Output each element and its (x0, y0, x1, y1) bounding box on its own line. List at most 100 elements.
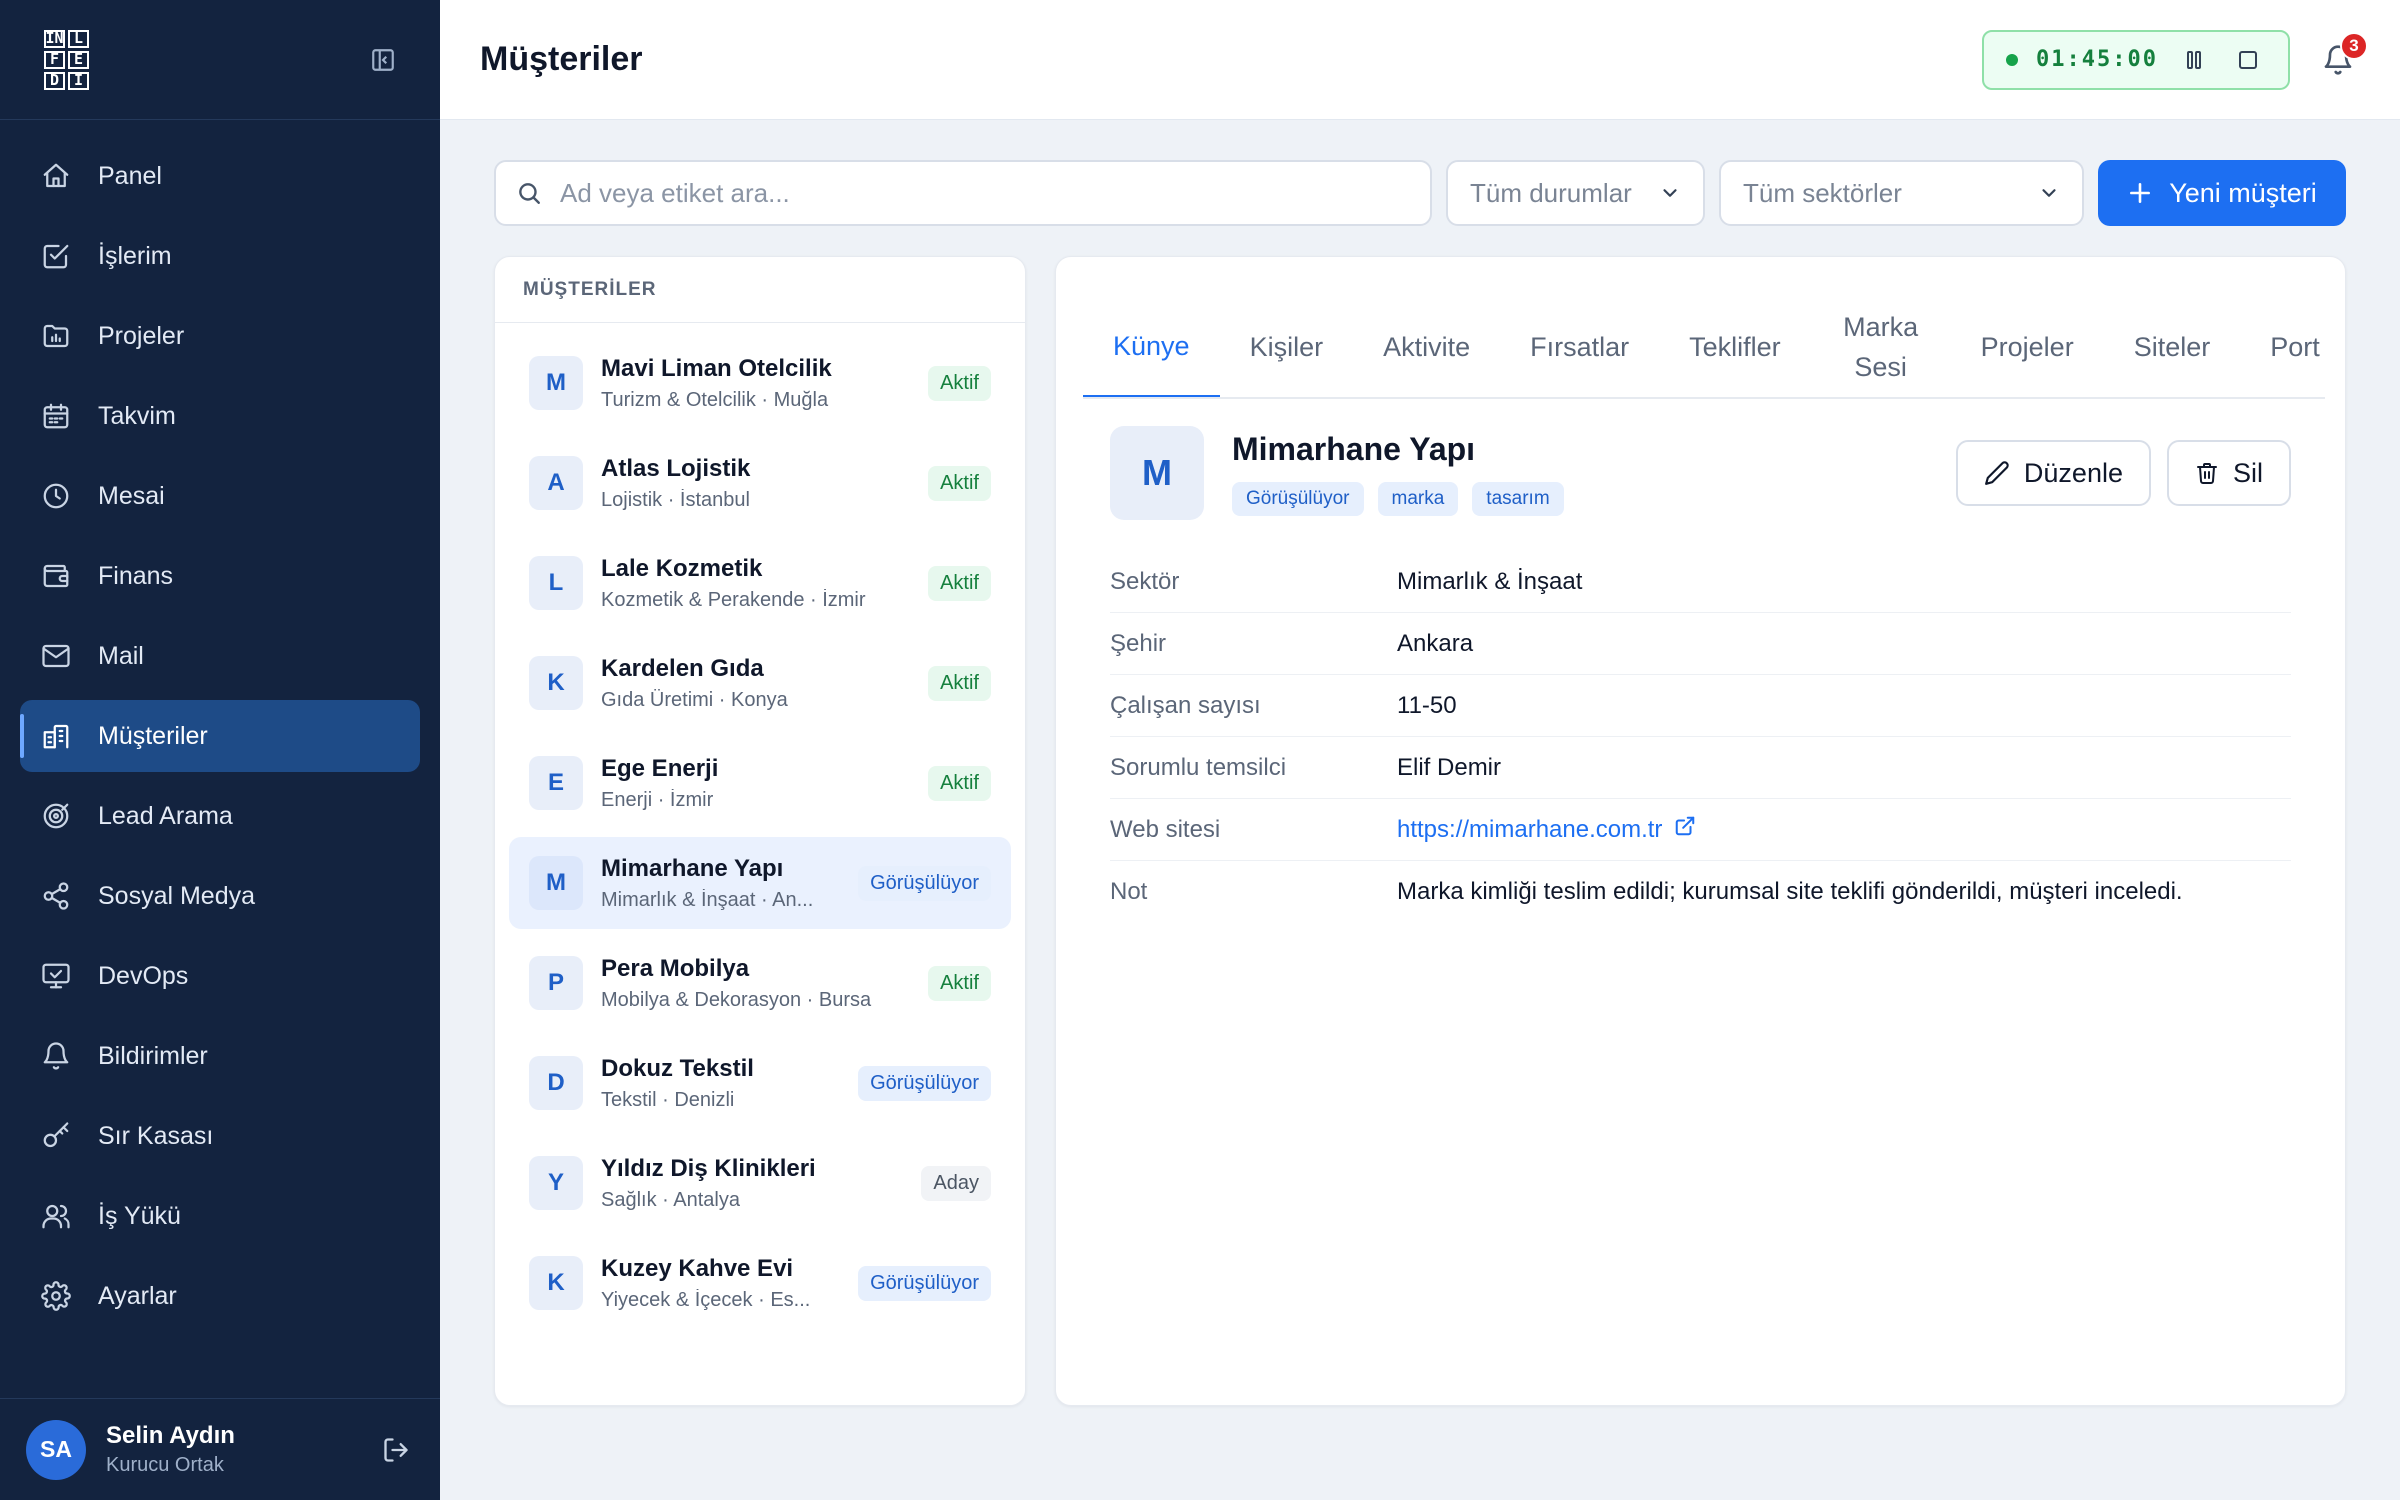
customer-meta: Mobilya & Dekorasyon · Bursa (601, 988, 872, 1011)
customer-text: Pera Mobilya Mobilya & Dekorasyon · Bursa (601, 955, 918, 1012)
sidebar-item-clock[interactable]: Mesai (20, 460, 420, 532)
customer-name: Mavi Liman Otelcilik (601, 354, 832, 382)
field-label: Sektör (1110, 567, 1180, 595)
sidebar-item-checkbox[interactable]: İşlerim (20, 220, 420, 292)
tab-label: Fırsatlar (1530, 332, 1630, 362)
customer-list-item[interactable]: D Dokuz Tekstil Tekstil · Denizli Görüşülüy… (509, 1037, 1011, 1129)
sidebar-item-building[interactable]: Müşteriler (20, 700, 420, 772)
pause-icon[interactable] (2176, 42, 2212, 78)
sidebar-item-label: İş Yükü (98, 1201, 181, 1230)
sidebar-item-label: Finans (98, 561, 174, 590)
sidebar-item-label: DevOps (98, 961, 189, 990)
sidebar-item-bell[interactable]: Bildirimler (20, 1020, 420, 1092)
website-link[interactable]: https://mimarhane.com.tr (1397, 815, 2291, 844)
tab-aktivite[interactable]: Aktivite (1353, 297, 1500, 397)
field-value-text: Marka kimliği teslim edildi; kurumsal si… (1397, 878, 2183, 905)
customer-list-item[interactable]: Y Yıldız Diş Klinikleri Sağlık · Antalya Ad… (509, 1137, 1011, 1229)
tab-k-nye[interactable]: Künye (1083, 297, 1220, 397)
customer-list-item[interactable]: P Pera Mobilya Mobilya & Dekorasyon · Burs… (509, 937, 1011, 1029)
brand-logo[interactable]: IN L F E D I (44, 29, 90, 90)
sidebar-collapse-icon[interactable] (368, 45, 398, 75)
customer-list-panel: MÜŞTERİLER M Mavi Liman Otelcilik Turizm &… (494, 256, 1026, 1406)
customer-text: Lale Kozmetik Kozmetik & Perakende · İzmi… (601, 555, 918, 612)
sidebar-item-users[interactable]: İş Yükü (20, 1180, 420, 1252)
user-name: Selin Aydın (106, 1422, 235, 1449)
sidebar-item-label: Mesai (98, 481, 165, 510)
monitor-icon (40, 960, 72, 992)
sidebar-item-folder-chart[interactable]: Projeler (20, 300, 420, 372)
field-label: Web sitesi (1110, 815, 1221, 843)
field-value-text: https://mimarhane.com.tr (1397, 815, 1663, 843)
customer-text: Yıldız Diş Klinikleri Sağlık · Antalya (601, 1155, 911, 1212)
customer-name: Pera Mobilya (601, 954, 750, 982)
sidebar-item-share[interactable]: Sosyal Medya (20, 860, 420, 932)
sidebar-item-key[interactable]: Sır Kasası (20, 1100, 420, 1172)
calendar-icon (40, 400, 72, 432)
new-customer-button[interactable]: Yeni müşteri (2098, 160, 2346, 226)
sidebar-item-target[interactable]: Lead Arama (20, 780, 420, 852)
tab-label: Künye (1113, 331, 1190, 361)
customer-initial: P (529, 956, 583, 1010)
stop-icon[interactable] (2230, 42, 2266, 78)
customer-list-item[interactable]: K Kardelen Gıda Gıda Üretimi · Konya Aktif (509, 637, 1011, 729)
delete-button[interactable]: Sil (2166, 440, 2291, 506)
avatar[interactable]: SA (26, 1419, 86, 1480)
status-badge: Görüşülüyor (858, 865, 991, 901)
status-badge: Aktif (928, 965, 991, 1001)
customer-meta: Sağlık · Antalya (601, 1188, 740, 1211)
tab-siteler[interactable]: Siteler (2104, 297, 2241, 397)
sidebar-item-label: Panel (98, 161, 162, 190)
tab-projeler[interactable]: Projeler (1951, 297, 2104, 397)
customer-list-item[interactable]: M Mavi Liman Otelcilik Turizm & Otelcilik … (509, 337, 1011, 429)
sidebar-item-monitor[interactable]: DevOps (20, 940, 420, 1012)
customer-list-item[interactable]: K Kuzey Kahve Evi Yiyecek & İçecek · Es...… (509, 1237, 1011, 1329)
customer-list-item[interactable]: A Atlas Lojistik Lojistik · İstanbul Aktif (509, 437, 1011, 529)
list-heading: MÜŞTERİLER (495, 257, 1025, 323)
sidebar-item-label: Projeler (98, 321, 185, 350)
customer-name: Atlas Lojistik (601, 454, 751, 482)
sidebar-item-label: Takvim (98, 401, 176, 430)
mail-icon (40, 640, 72, 672)
customer-list-item[interactable]: M Mimarhane Yapı Mimarlık & İnşaat · An...… (509, 837, 1011, 929)
sidebar-item-calendar[interactable]: Takvim (20, 380, 420, 452)
customer-initial: K (529, 1256, 583, 1310)
search-input[interactable] (560, 177, 1360, 209)
sector-filter-select[interactable]: Tüm sektörler (1719, 160, 2084, 226)
field-value: 11-50 (1397, 692, 2291, 720)
search-icon (519, 183, 540, 204)
field-value-text: Ankara (1397, 629, 1474, 657)
logo-letter: L (68, 29, 89, 48)
sidebar-nav: Panel İşlerim Projeler Takvim Mesai Finans Mai… (0, 120, 440, 1332)
checkbox-icon (40, 240, 72, 272)
status-filter-select[interactable]: Tüm durumlar (1446, 160, 1705, 226)
customer-meta: Turizm & Otelcilik · Muğla (601, 388, 829, 411)
detail-tabs: Künye Kişiler Aktivite Fırsatlar Teklifler Ma… (1083, 297, 2325, 399)
sidebar-item-wallet[interactable]: Finans (20, 540, 420, 612)
edit-button[interactable]: Düzenle (1955, 440, 2151, 506)
tab-f-rsatlar[interactable]: Fırsatlar (1500, 297, 1659, 397)
timer-running-dot (2006, 53, 2019, 66)
customer-meta: Lojistik · İstanbul (601, 488, 750, 511)
customer-initial: M (529, 856, 583, 910)
customer-list-item[interactable]: L Lale Kozmetik Kozmetik & Perakende · İzm… (509, 537, 1011, 629)
gear-icon (40, 1280, 72, 1312)
customer-name: Mimarhane Yapı (601, 854, 784, 882)
sidebar-item-home[interactable]: Panel (20, 140, 420, 212)
logout-icon[interactable] (378, 1432, 414, 1468)
field-value: Mimarlık & İnşaat (1397, 568, 2291, 596)
tab-label: Marka Sesi (1843, 312, 1919, 382)
wallet-icon (40, 560, 72, 592)
sidebar-item-label: Sosyal Medya (98, 881, 256, 910)
tab-port[interactable]: Port (2240, 297, 2325, 397)
field-value: Marka kimliği teslim edildi; kurumsal si… (1397, 878, 2291, 906)
sidebar-item-mail[interactable]: Mail (20, 620, 420, 692)
tab-marka-sesi[interactable]: Marka Sesi (1811, 297, 1951, 397)
search-box[interactable] (494, 160, 1432, 226)
sidebar-item-gear[interactable]: Ayarlar (20, 1260, 420, 1332)
tab-teklifler[interactable]: Teklifler (1659, 297, 1811, 397)
notifications-button[interactable]: 3 (2316, 31, 2368, 82)
tab-ki-iler[interactable]: Kişiler (1220, 297, 1354, 397)
customer-list-item[interactable]: E Ege Enerji Enerji · İzmir Aktif (509, 737, 1011, 829)
customer-meta: Kozmetik & Perakende · İzmir (601, 588, 866, 611)
detail-header: M Mimarhane Yapı Görüşülüyor marka tasarım… (1110, 425, 2291, 521)
